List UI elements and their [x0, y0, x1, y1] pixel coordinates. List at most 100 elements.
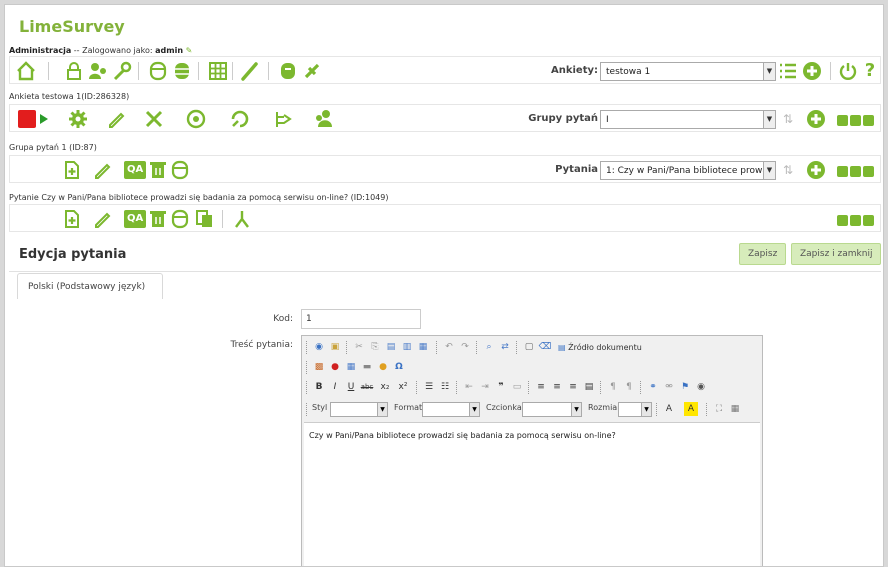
reorder-questions-icon[interactable]: ⇅ [778, 160, 798, 180]
superscript-icon[interactable]: x² [396, 380, 410, 394]
redo-icon[interactable]: ↷ [458, 340, 472, 354]
help-icon[interactable]: ? [860, 61, 880, 81]
plugin-icon[interactable] [302, 61, 322, 81]
cut-icon[interactable]: ✂ [352, 340, 366, 354]
add-question-icon[interactable] [62, 160, 82, 180]
preview-icon[interactable]: ◉ [312, 340, 326, 354]
add-group-icon[interactable] [806, 109, 826, 129]
align-right-icon[interactable]: ≡ [566, 380, 580, 394]
font-select[interactable]: ▼ [522, 402, 582, 417]
group-select[interactable]: I ▼ [600, 110, 776, 129]
database-export-icon[interactable] [172, 61, 192, 81]
window-controls[interactable] [835, 111, 874, 130]
export-question-icon[interactable] [170, 209, 190, 229]
about-icon[interactable]: ◉ [694, 380, 708, 394]
delete-question-icon[interactable] [148, 209, 168, 229]
style-select[interactable]: ▼ [330, 402, 388, 417]
display-export-icon[interactable] [186, 109, 206, 129]
tab-language-polish[interactable]: Polski (Podstawowy język) [17, 273, 163, 299]
italic-icon[interactable]: I [328, 380, 342, 394]
align-center-icon[interactable]: ≡ [550, 380, 564, 394]
align-left-icon[interactable]: ≡ [534, 380, 548, 394]
ltr-icon[interactable]: ¶ [606, 380, 620, 394]
find-icon[interactable]: ⌕ [482, 340, 496, 354]
add-survey-icon[interactable] [802, 61, 822, 81]
grid-table-icon[interactable] [208, 61, 228, 81]
outdent-icon[interactable]: ⇤ [462, 380, 476, 394]
text-color-icon[interactable]: A [662, 402, 676, 416]
duplicate-icon[interactable] [194, 209, 214, 229]
save-button[interactable]: Zapisz [739, 243, 787, 265]
rtl-icon[interactable]: ¶ [622, 380, 636, 394]
paste-word-icon[interactable]: ▦ [416, 340, 430, 354]
select-all-icon[interactable]: ▢ [522, 340, 536, 354]
blockquote-icon[interactable]: ❞ [494, 380, 508, 394]
qa-group-icon[interactable]: QA [124, 161, 147, 179]
remove-format-icon[interactable]: ⌫ [538, 340, 552, 354]
link-icon[interactable]: ⚭ [646, 380, 660, 394]
edit-question-icon[interactable] [92, 209, 112, 229]
reorder-arrows-icon[interactable]: ⇅ [778, 109, 798, 129]
play-icon[interactable] [40, 114, 48, 124]
group-window-controls[interactable] [835, 162, 874, 181]
edit-pencil-icon[interactable] [106, 109, 126, 129]
bullet-list-icon[interactable]: ☷ [438, 380, 452, 394]
users-key-icon[interactable] [88, 61, 108, 81]
wrench-icon[interactable] [112, 61, 132, 81]
bold-icon[interactable]: B [312, 380, 326, 394]
database-check-icon[interactable] [148, 61, 168, 81]
question-select[interactable]: 1: Czy w Pani/Pana bibliotece prowad ▼ [600, 161, 776, 180]
paste-icon[interactable]: ▤ [384, 340, 398, 354]
lock-icon[interactable] [64, 61, 84, 81]
show-blocks-icon[interactable]: ▦ [728, 402, 742, 416]
table-icon[interactable]: ▦ [344, 360, 358, 374]
justify-icon[interactable]: ▤ [582, 380, 596, 394]
copy-question-icon[interactable] [62, 209, 82, 229]
paste-text-icon[interactable]: ▥ [400, 340, 414, 354]
editor-content[interactable]: Czy w Pani/Pana bibliotece prowadzi się … [304, 422, 760, 566]
home-icon[interactable] [16, 61, 36, 81]
responses-icon[interactable] [230, 109, 250, 129]
question-window-controls[interactable] [835, 211, 874, 230]
subscript-icon[interactable]: x₂ [378, 380, 392, 394]
flash-icon[interactable]: ● [328, 360, 342, 374]
indent-icon[interactable]: ⇥ [478, 380, 492, 394]
qa-question-icon[interactable]: QA [124, 210, 147, 228]
format-select[interactable]: ▼ [422, 402, 480, 417]
undo-icon[interactable]: ↶ [442, 340, 456, 354]
save-close-button[interactable]: Zapisz i zamknij [791, 243, 882, 265]
conditions-icon[interactable] [232, 209, 252, 229]
settings-gear-icon[interactable] [68, 109, 88, 129]
power-icon[interactable] [838, 61, 858, 81]
copy-icon[interactable]: ⎘ [368, 340, 382, 354]
participants-icon[interactable] [314, 109, 334, 129]
replace-icon[interactable]: ⇄ [498, 340, 512, 354]
tokens-icon[interactable] [274, 109, 294, 129]
div-icon[interactable]: ▭ [510, 380, 524, 394]
database-plugin-icon[interactable] [278, 61, 298, 81]
edit-user-icon[interactable]: ✎ [186, 46, 193, 55]
unlink-icon[interactable]: ⚮ [662, 380, 676, 394]
tools-icon[interactable] [144, 109, 164, 129]
anchor-icon[interactable]: ⚑ [678, 380, 692, 394]
maximize-editor-icon[interactable]: ⛶ [712, 402, 726, 416]
list-icon[interactable] [778, 61, 798, 81]
templates-icon[interactable]: ▣ [328, 340, 342, 354]
underline-icon[interactable]: U [344, 380, 358, 394]
stop-survey-icon[interactable] [18, 110, 36, 128]
size-select[interactable]: ▼ [618, 402, 652, 417]
edit-group-icon[interactable] [92, 160, 112, 180]
horizontal-line-icon[interactable]: ▬ [360, 360, 374, 374]
source-button[interactable]: ▤ Źródło dokumentu [558, 340, 642, 355]
code-input[interactable]: 1 [301, 309, 421, 329]
delete-group-icon[interactable] [148, 160, 168, 180]
survey-select[interactable]: testowa 1 ▼ [600, 62, 776, 81]
image-icon[interactable]: ▩ [312, 360, 326, 374]
export-group-icon[interactable] [170, 160, 190, 180]
smiley-icon[interactable]: ● [376, 360, 390, 374]
strikethrough-icon[interactable]: abc [360, 380, 374, 394]
numbered-list-icon[interactable]: ☰ [422, 380, 436, 394]
special-char-icon[interactable]: Ω [392, 360, 406, 374]
add-question-plus-icon[interactable] [806, 160, 826, 180]
brush-icon[interactable] [240, 61, 260, 81]
